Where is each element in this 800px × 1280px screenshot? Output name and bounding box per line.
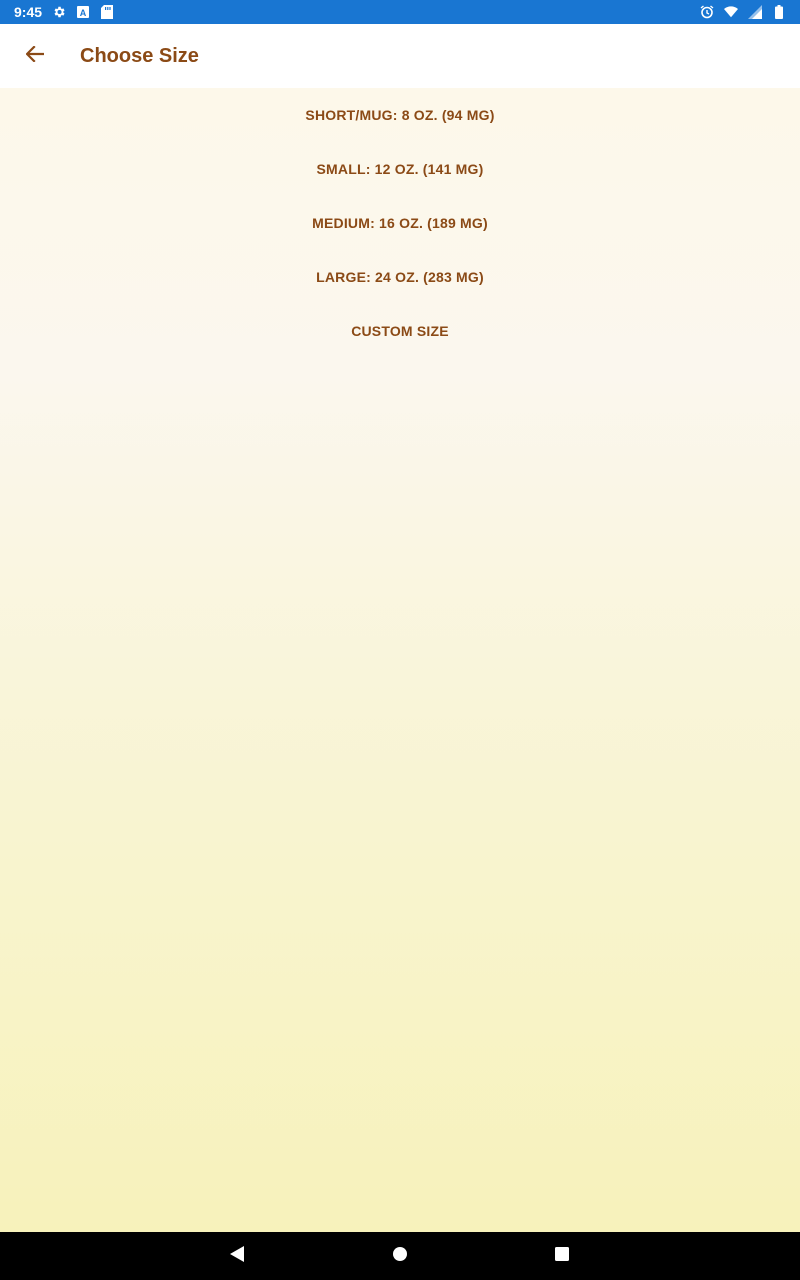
battery-icon xyxy=(772,5,786,19)
status-right xyxy=(700,5,786,19)
size-list: SHORT/MUG: 8 OZ. (94 MG) SMALL: 12 OZ. (… xyxy=(0,88,800,358)
alarm-icon xyxy=(700,5,714,19)
back-button[interactable] xyxy=(0,24,70,88)
nav-home-icon xyxy=(393,1246,407,1266)
size-option-custom[interactable]: CUSTOM SIZE xyxy=(0,304,800,358)
nav-recents-button[interactable] xyxy=(532,1232,592,1280)
wifi-icon xyxy=(724,5,738,19)
a-icon: A xyxy=(76,5,90,19)
nav-recents-icon xyxy=(555,1246,569,1266)
status-time: 9:45 xyxy=(14,4,43,20)
signal-icon xyxy=(748,5,762,19)
status-bar: 9:45 A xyxy=(0,0,800,24)
nav-home-button[interactable] xyxy=(370,1232,430,1280)
app-bar: Choose Size xyxy=(0,24,800,88)
navigation-bar xyxy=(0,1232,800,1280)
nav-back-icon xyxy=(229,1245,245,1267)
nav-back-button[interactable] xyxy=(207,1232,267,1280)
size-option-medium[interactable]: MEDIUM: 16 OZ. (189 MG) xyxy=(0,196,800,250)
size-list-container: SHORT/MUG: 8 OZ. (94 MG) SMALL: 12 OZ. (… xyxy=(0,88,800,1232)
status-left: 9:45 A xyxy=(14,4,114,20)
sd-card-icon xyxy=(100,5,114,19)
settings-icon xyxy=(52,5,66,19)
size-option-large[interactable]: LARGE: 24 OZ. (283 MG) xyxy=(0,250,800,304)
svg-text:A: A xyxy=(80,8,87,18)
arrow-back-icon xyxy=(25,44,45,67)
page-title: Choose Size xyxy=(80,44,199,67)
size-option-short-mug[interactable]: SHORT/MUG: 8 OZ. (94 MG) xyxy=(0,88,800,142)
size-option-small[interactable]: SMALL: 12 OZ. (141 MG) xyxy=(0,142,800,196)
